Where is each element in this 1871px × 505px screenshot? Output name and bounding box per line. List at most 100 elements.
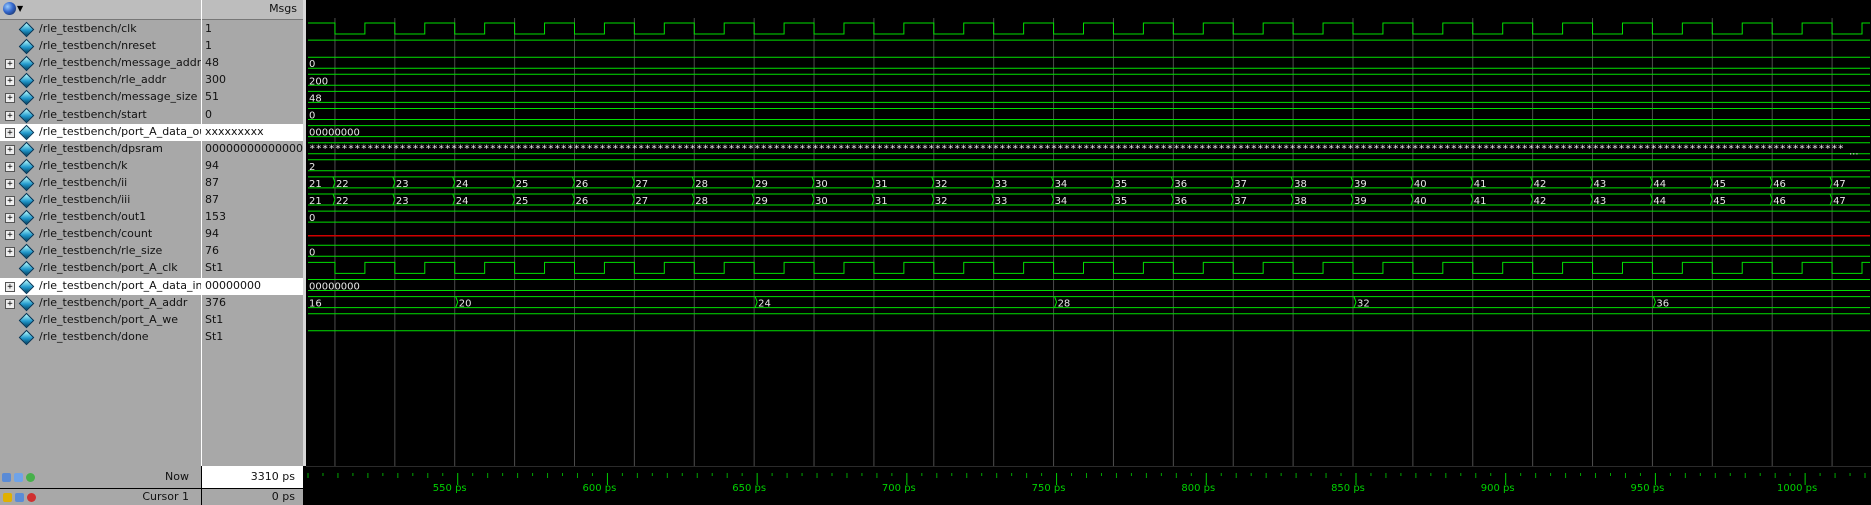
- signal-row[interactable]: /rle_testbench/port_A_clk: [0, 260, 201, 277]
- signal-value: 0: [205, 107, 212, 121]
- signal-value: 1: [205, 39, 212, 53]
- design-root-icon[interactable]: [3, 2, 16, 15]
- value-row[interactable]: 00000000: [202, 277, 303, 295]
- value-row[interactable]: 376: [202, 295, 303, 312]
- expand-plus-icon[interactable]: +: [5, 281, 15, 292]
- bus-value-label: 41: [1474, 179, 1487, 190]
- bus-value-label: 40: [1414, 196, 1427, 207]
- signal-row[interactable]: + /rle_testbench/port_A_addr: [0, 295, 201, 312]
- expand-plus-icon[interactable]: +: [5, 247, 15, 258]
- signal-row[interactable]: + /rle_testbench/message_size: [0, 89, 201, 106]
- signal-row[interactable]: /rle_testbench/clk: [0, 21, 201, 38]
- clock-waveform: [308, 261, 1870, 274]
- signal-row[interactable]: + /rle_testbench/port_A_data_in: [0, 277, 203, 295]
- signal-row[interactable]: /rle_testbench/nreset: [0, 38, 201, 55]
- bus-value-label: 25: [516, 179, 529, 190]
- cursor-name-cell[interactable]: Cursor 1: [0, 489, 201, 505]
- bus-value-label: 24: [456, 196, 469, 207]
- value-row[interactable]: St1: [202, 329, 303, 346]
- bus-value-label: 37: [1234, 179, 1247, 190]
- bus-value-label: 39: [1354, 179, 1367, 190]
- signal-row[interactable]: + /rle_testbench/k: [0, 158, 201, 175]
- signal-row[interactable]: + /rle_testbench/ii: [0, 175, 201, 192]
- bus-transition: [455, 296, 459, 308]
- value-row[interactable]: 51: [202, 89, 303, 106]
- signal-value: 94: [205, 158, 219, 172]
- expand-plus-icon[interactable]: +: [5, 110, 15, 121]
- bus-value-label: 27: [635, 196, 648, 207]
- value-row[interactable]: 76: [202, 243, 303, 260]
- signal-row[interactable]: + /rle_testbench/out1: [0, 209, 201, 226]
- signal-diamond-icon: [18, 107, 35, 123]
- expand-plus-icon[interactable]: +: [5, 76, 15, 87]
- signal-row[interactable]: + /rle_testbench/start: [0, 107, 201, 124]
- expand-plus-icon[interactable]: +: [5, 59, 15, 70]
- bus-value-label: 35: [1114, 179, 1127, 190]
- signal-row[interactable]: + /rle_testbench/rle_addr: [0, 72, 201, 89]
- signal-diamond-icon: [18, 312, 35, 328]
- waveform-pane[interactable]: 0 200 48 0 00000000 *************************…: [306, 0, 1871, 466]
- value-row[interactable]: St1: [202, 312, 303, 329]
- expand-plus-icon[interactable]: +: [5, 196, 15, 206]
- value-row[interactable]: 87: [202, 175, 303, 192]
- signal-row[interactable]: + /rle_testbench/port_A_data_out: [0, 123, 211, 141]
- zoom-icon[interactable]: [2, 473, 11, 482]
- value-row[interactable]: 0: [202, 107, 303, 124]
- signal-name: /rle_testbench/port_A_clk: [39, 261, 178, 275]
- bus-value-label: 0: [309, 213, 315, 224]
- signal-row[interactable]: /rle_testbench/port_A_we: [0, 312, 201, 329]
- expand-plus-icon[interactable]: +: [5, 144, 15, 155]
- value-row[interactable]: 94: [202, 226, 303, 243]
- expand-plus-icon[interactable]: +: [5, 230, 15, 241]
- delete-cursor-icon[interactable]: [27, 493, 36, 502]
- signal-row[interactable]: + /rle_testbench/rle_size: [0, 243, 201, 260]
- value-row[interactable]: 1: [202, 38, 303, 55]
- bus-value-label: 16: [309, 299, 322, 310]
- dropdown-arrow-icon[interactable]: ▼: [17, 4, 23, 13]
- value-row[interactable]: 153: [202, 209, 303, 226]
- signal-row[interactable]: + /rle_testbench/message_addr: [0, 55, 201, 72]
- expand-plus-icon[interactable]: +: [5, 161, 15, 172]
- expand-plus-icon[interactable]: +: [5, 213, 15, 224]
- bus-value-label: 36: [1174, 196, 1187, 207]
- signal-row[interactable]: + /rle_testbench/dpsram: [0, 141, 201, 158]
- expand-plus-icon[interactable]: +: [5, 127, 15, 138]
- time-ruler[interactable]: 550 ps 600 ps 650 ps 700 ps 750 ps 800 ps 850 …: [306, 466, 1871, 505]
- waveform-canvas[interactable]: 020048000000000*************************…: [306, 0, 1871, 466]
- lock-icon[interactable]: [3, 493, 12, 502]
- bus-transition: [1652, 296, 1656, 308]
- value-row[interactable]: 48: [202, 55, 303, 72]
- signal-value: 76: [205, 244, 219, 258]
- bus-value-label: 41: [1474, 196, 1487, 207]
- pane-splitter[interactable]: [201, 0, 202, 505]
- signal-row[interactable]: /rle_testbench/done: [0, 329, 201, 346]
- edit-icon[interactable]: [15, 493, 24, 502]
- bus-value-label: 29: [755, 196, 768, 207]
- value-row[interactable]: 1: [202, 21, 303, 38]
- expand-plus-icon[interactable]: +: [5, 298, 15, 309]
- signal-diamond-icon: [18, 329, 35, 346]
- value-row[interactable]: 87: [202, 192, 303, 209]
- ruler-tick-label: 850 ps: [1331, 483, 1365, 494]
- signal-diamond-icon: [18, 244, 35, 260]
- bus-value-label: 00000000: [309, 282, 360, 293]
- bus-value-label: 48: [309, 93, 322, 104]
- signal-diamond-icon: [18, 55, 35, 72]
- value-row[interactable]: 0000000000000000000: [202, 141, 303, 158]
- add-icon[interactable]: [26, 473, 35, 482]
- signal-row[interactable]: + /rle_testbench/count: [0, 226, 201, 243]
- value-row[interactable]: St1: [202, 260, 303, 277]
- cursor-value: 0 ps: [271, 490, 295, 503]
- name-pane-header: ▼: [0, 0, 201, 20]
- signal-name: /rle_testbench/k: [39, 158, 128, 172]
- signal-row[interactable]: + /rle_testbench/iii: [0, 192, 201, 209]
- value-row[interactable]: 300: [202, 72, 303, 89]
- bus-transition: [1054, 296, 1058, 308]
- expand-plus-icon[interactable]: +: [5, 93, 15, 104]
- value-row[interactable]: 94: [202, 158, 303, 175]
- value-row[interactable]: xxxxxxxxx: [202, 123, 303, 141]
- expand-plus-icon[interactable]: +: [5, 178, 15, 189]
- bus-value-label: 44: [1653, 179, 1666, 190]
- signal-diamond-icon: [18, 38, 35, 55]
- add-cursor-icon[interactable]: [14, 473, 23, 482]
